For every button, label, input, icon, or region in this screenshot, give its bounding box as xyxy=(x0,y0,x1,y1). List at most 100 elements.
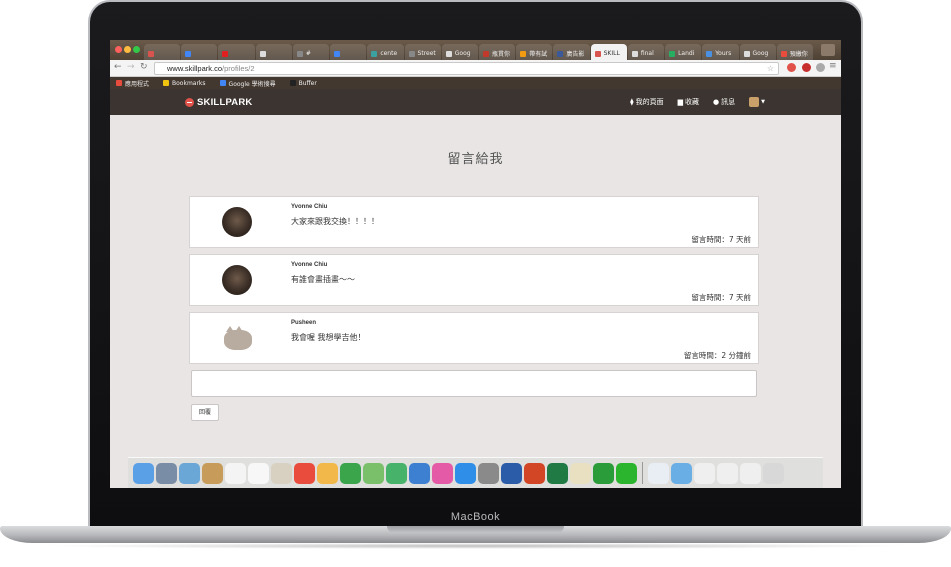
menu-icon[interactable]: ≡ xyxy=(829,61,837,71)
comment-author[interactable]: Yvonne Chiu xyxy=(291,204,327,210)
trash-icon[interactable] xyxy=(763,462,784,484)
tab-label: 瓶貫你 xyxy=(491,51,510,58)
finder-icon[interactable] xyxy=(133,462,154,484)
chevron-down-icon: ▼ xyxy=(761,99,765,105)
bookmark-item[interactable]: 應用程式 xyxy=(116,79,149,88)
url-path: /profiles/2 xyxy=(222,64,255,73)
logo-text: SKILLPARK xyxy=(197,97,253,108)
tab-label: Goog xyxy=(454,50,471,57)
browser-tab[interactable]: Yours xyxy=(702,44,739,60)
keyboard-icon[interactable] xyxy=(570,462,591,484)
page-title: 留言給我 xyxy=(447,152,504,167)
macos-dock xyxy=(128,457,823,488)
screenshot-icon[interactable] xyxy=(694,462,715,484)
browser-tab[interactable] xyxy=(144,44,181,60)
facetime-icon[interactable] xyxy=(340,462,361,484)
browser-tab[interactable] xyxy=(255,44,292,60)
mail-icon[interactable] xyxy=(717,462,738,484)
browser-tab[interactable]: final xyxy=(627,44,665,60)
notes-icon[interactable] xyxy=(202,462,223,484)
browser-profile-button[interactable] xyxy=(821,44,835,56)
bookmark-item[interactable]: Bookmarks xyxy=(163,80,206,87)
document-icon[interactable] xyxy=(648,462,669,484)
photos-icon[interactable] xyxy=(317,462,338,484)
browser-tab[interactable]: Street xyxy=(404,44,441,60)
tab-favicon-icon xyxy=(445,50,452,57)
excel-icon[interactable] xyxy=(547,462,568,484)
calendar-icon[interactable] xyxy=(225,462,246,484)
browser-tab[interactable]: Goog xyxy=(739,44,776,60)
browser-tab[interactable]: # xyxy=(292,44,330,60)
preview-icon[interactable] xyxy=(179,462,200,484)
tab-favicon-icon xyxy=(780,50,787,57)
numbers-icon[interactable] xyxy=(386,462,407,484)
browser-tab[interactable]: Goog xyxy=(441,44,478,60)
comment-timestamp: 留言時間：2 分鐘前 xyxy=(683,351,751,360)
bookmark-item[interactable]: Buffer xyxy=(289,80,317,87)
reply-button[interactable]: 回覆 xyxy=(191,404,219,421)
tab-favicon-icon xyxy=(259,50,266,57)
browser-tab[interactable] xyxy=(330,44,367,60)
reply-textarea[interactable] xyxy=(191,370,757,397)
browser-tab[interactable]: cente xyxy=(367,44,404,60)
nav-favorites[interactable]: ▆ 收藏 xyxy=(678,97,699,107)
downloads-icon[interactable] xyxy=(740,462,761,484)
comment-author[interactable]: Yvonne Chiu xyxy=(291,262,327,268)
extension-icon[interactable] xyxy=(787,63,796,72)
browser-tab[interactable] xyxy=(218,44,255,60)
site-navbar: SKILLPARK ⧫ 我的頁面 ▆ 收藏 ● 訊息 ▼ xyxy=(110,89,841,115)
url-host: www.skillpark.co xyxy=(167,64,223,73)
keynote-icon[interactable] xyxy=(409,462,430,484)
bookmark-item[interactable]: Google 學術搜尋 xyxy=(219,79,276,88)
pinterest-icon[interactable] xyxy=(802,63,811,72)
folder-icon[interactable] xyxy=(671,462,692,484)
avatar[interactable] xyxy=(222,207,252,237)
user-menu[interactable]: ▼ xyxy=(749,97,765,107)
map-pin-icon: ⧫ xyxy=(630,98,634,106)
tab-label: final xyxy=(640,50,654,57)
browser-tab[interactable]: 帶有試 xyxy=(516,44,553,60)
reload-icon[interactable]: ↻ xyxy=(140,62,148,72)
window-zoom-button[interactable] xyxy=(133,46,140,53)
nav-my-page[interactable]: ⧫ 我的頁面 xyxy=(630,97,663,107)
appstore-icon[interactable] xyxy=(455,462,476,484)
tab-label: Yours xyxy=(715,50,732,57)
bookmark-star-icon[interactable]: ☆ xyxy=(767,64,774,73)
comment-timestamp: 留言時間：7 天前 xyxy=(691,293,751,302)
browser-tab[interactable]: 廣告影 xyxy=(553,44,590,60)
system-preferences-icon[interactable] xyxy=(478,462,499,484)
browser-tab[interactable]: 預繳你 xyxy=(776,44,813,60)
tab-favicon-icon xyxy=(706,50,713,57)
browser-tab[interactable] xyxy=(181,44,218,60)
comment-author[interactable]: Pusheen xyxy=(291,320,316,326)
window-close-button[interactable] xyxy=(115,46,122,53)
line-icon[interactable] xyxy=(616,462,637,484)
browser-tab[interactable]: Landi xyxy=(665,44,702,60)
evernote-icon[interactable] xyxy=(593,462,614,484)
back-icon[interactable]: ← xyxy=(114,62,122,72)
site-logo[interactable]: SKILLPARK xyxy=(185,97,252,108)
photos-app-icon[interactable] xyxy=(271,462,292,484)
itunes-icon[interactable] xyxy=(432,462,453,484)
reminders-icon[interactable] xyxy=(248,462,269,484)
browser-tab[interactable]: SKILL xyxy=(590,44,627,60)
extension-icon[interactable] xyxy=(816,63,825,72)
forward-icon[interactable]: → xyxy=(127,62,135,72)
bookmark-icon: ▆ xyxy=(677,98,684,106)
word-icon[interactable] xyxy=(501,462,522,484)
avatar[interactable] xyxy=(222,265,252,295)
browser-tab[interactable]: 瓶貫你 xyxy=(478,44,516,60)
chrome-icon[interactable] xyxy=(294,462,315,484)
maps-icon[interactable] xyxy=(363,462,384,484)
nav-messages[interactable]: ● 訊息 xyxy=(713,97,735,107)
tab-favicon-icon xyxy=(631,50,638,57)
browser-tabs: # cente Street Goog 瓶貫你 帶有試 廣告影 SKILL final Landi… xyxy=(144,44,813,60)
launchpad-icon[interactable] xyxy=(156,462,177,484)
comment-timestamp: 留言時間：7 天前 xyxy=(691,235,751,244)
powerpoint-icon[interactable] xyxy=(524,462,545,484)
address-bar[interactable]: www.skillpark.co/profiles/2 ☆ xyxy=(154,62,779,75)
avatar[interactable] xyxy=(224,326,252,350)
window-minimize-button[interactable] xyxy=(124,46,131,53)
tab-favicon-icon xyxy=(594,50,601,57)
tab-favicon-icon xyxy=(296,50,303,57)
